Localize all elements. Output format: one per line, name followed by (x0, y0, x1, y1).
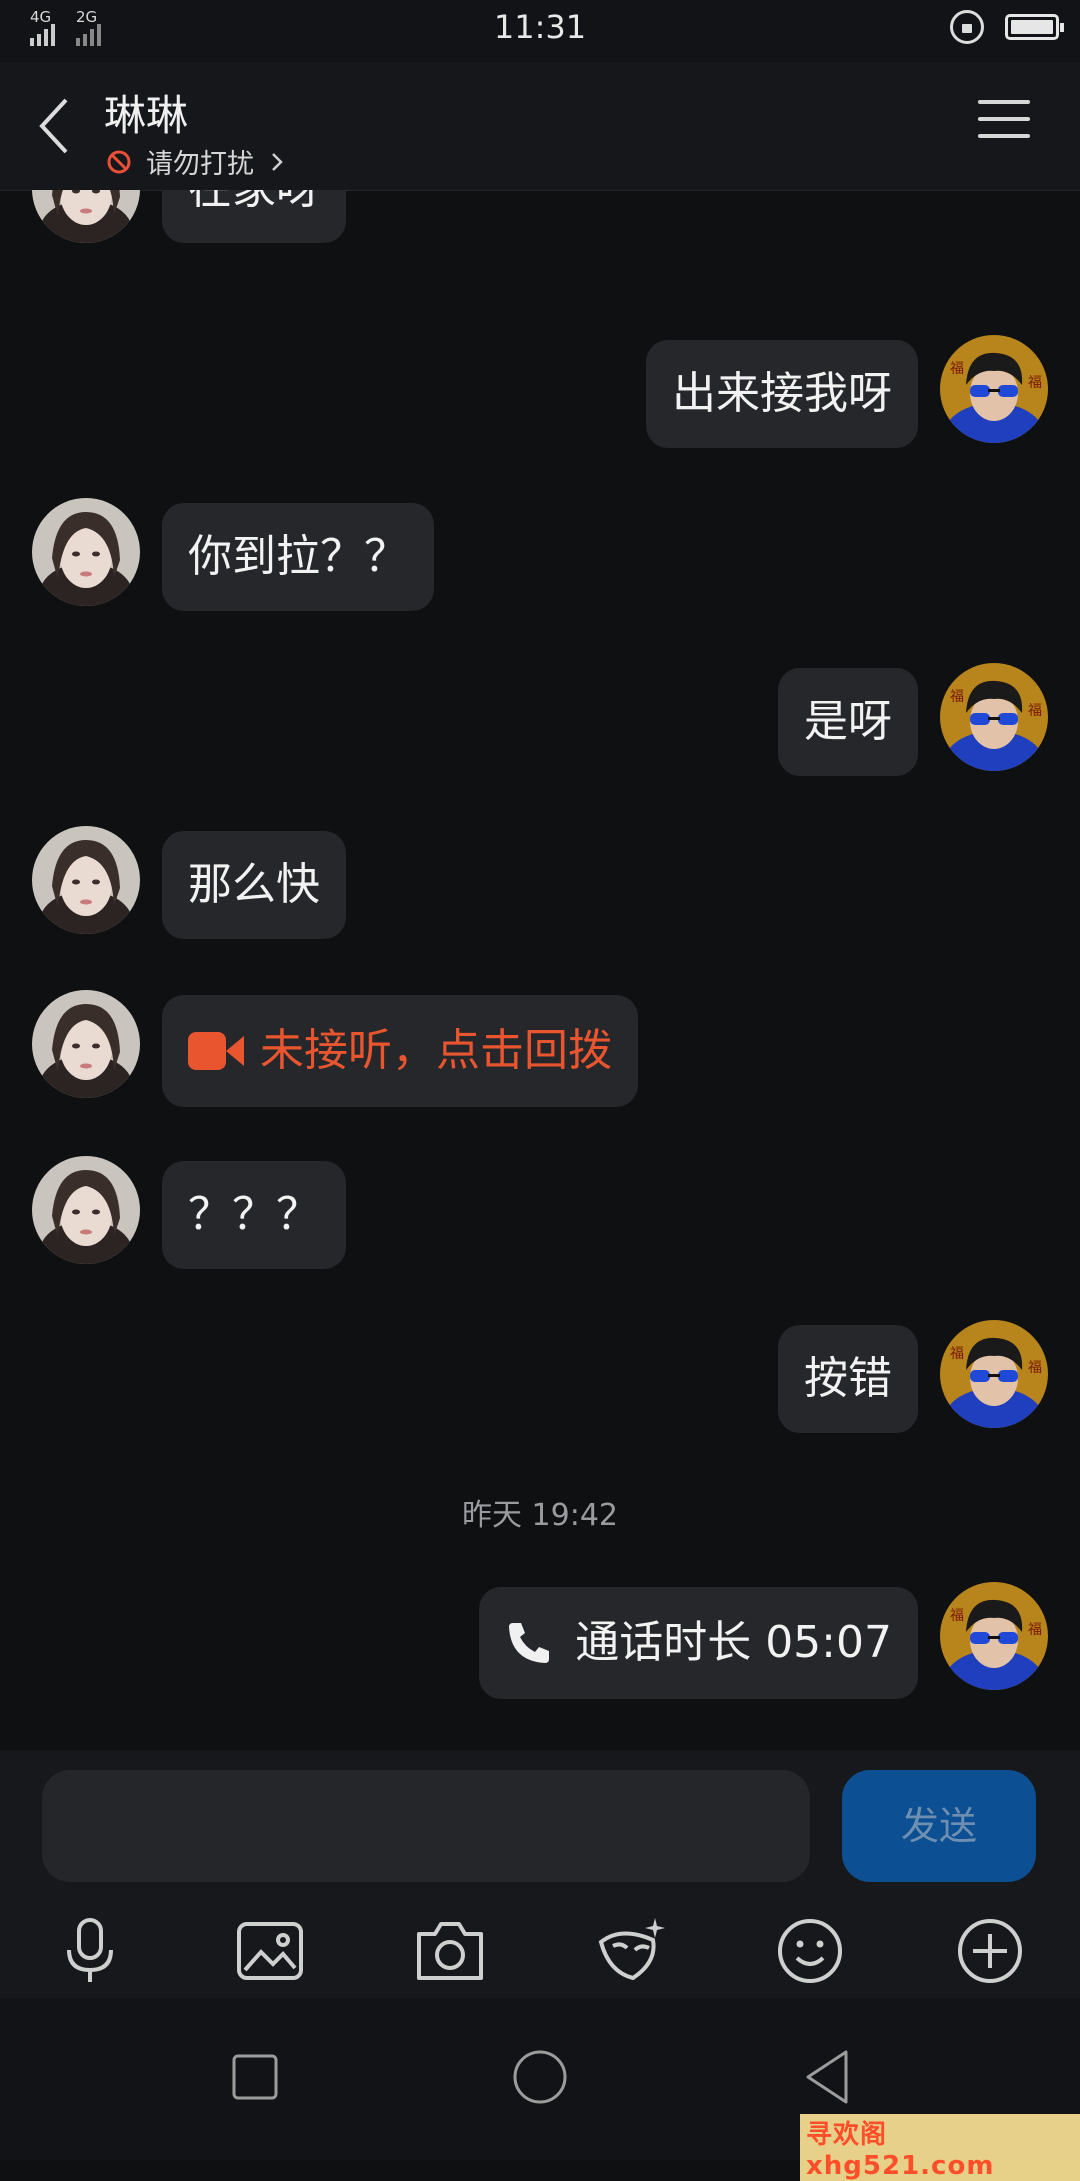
svg-text:福: 福 (1028, 703, 1042, 719)
microphone-icon[interactable] (51, 1912, 129, 1990)
clock: 11:31 (493, 8, 587, 46)
image-icon[interactable] (231, 1912, 309, 1990)
message-input[interactable] (42, 1770, 810, 1882)
camera-icon[interactable] (411, 1912, 489, 1990)
svg-text:福: 福 (950, 361, 964, 377)
svg-text:福: 福 (1028, 1360, 1042, 1376)
my-avatar[interactable]: 福福 (940, 1582, 1048, 1690)
status-bar: 4G 2G 11:31 (0, 0, 1080, 62)
svg-text:福: 福 (950, 1346, 964, 1362)
message-bubble[interactable]: 在家呀 (162, 190, 346, 243)
battery-icon (1005, 14, 1064, 40)
back-nav-button[interactable] (798, 2046, 860, 2108)
recents-button[interactable] (224, 2046, 286, 2108)
chat-header: 琳琳 请勿打扰 (0, 62, 1080, 191)
message-bubble[interactable]: 是呀 (778, 668, 918, 776)
phone-icon (509, 1623, 550, 1663)
contact-avatar[interactable] (32, 990, 140, 1098)
call-record-bubble[interactable]: 通话时长 05:07 (479, 1587, 918, 1699)
message-bubble[interactable]: 按错 (778, 1325, 918, 1433)
system-nav-bar: 寻欢阁xhg521.com (0, 1998, 1080, 2181)
message-bubble[interactable]: 你到拉？？ (162, 503, 434, 611)
contact-avatar[interactable] (32, 190, 140, 243)
chevron-right-icon (272, 152, 283, 171)
video-camera-icon (188, 1032, 244, 1070)
message-bubble[interactable]: 那么快 (162, 831, 346, 939)
call-duration-label: 通话时长 05:07 (575, 1617, 892, 1668)
watermark: 寻欢阁xhg521.com (800, 2114, 1080, 2181)
contact-name: 琳琳 (104, 91, 189, 140)
my-avatar[interactable]: 福福 (940, 335, 1048, 443)
home-button[interactable] (509, 2046, 571, 2108)
do-not-disturb-label: 请勿打扰 (146, 149, 254, 180)
missed-call-label: 未接听，点击回拨 (260, 1025, 612, 1076)
emoji-icon[interactable] (771, 1912, 849, 1990)
svg-text:福: 福 (950, 689, 964, 705)
missed-video-call-bubble[interactable]: 未接听，点击回拨 (162, 995, 638, 1107)
message-list: 在家呀 福福 出来接我呀 你到拉？？ 福福 是呀 那么快 未接听，点击回拨 ？？… (0, 190, 1080, 1750)
do-not-disturb-link[interactable]: 请勿打扰 (106, 142, 288, 181)
contact-avatar[interactable] (32, 826, 140, 934)
do-not-disturb-icon (107, 150, 131, 173)
my-avatar[interactable]: 福福 (940, 663, 1048, 771)
svg-text:福: 福 (950, 1608, 964, 1624)
svg-text:福: 福 (1028, 375, 1042, 391)
message-bubble[interactable]: 出来接我呀 (646, 340, 918, 448)
my-avatar[interactable]: 福福 (940, 1320, 1048, 1428)
contact-avatar[interactable] (32, 1156, 140, 1264)
contact-avatar[interactable] (32, 498, 140, 606)
message-bubble[interactable]: ？？？ (162, 1161, 346, 1269)
menu-button[interactable] (978, 100, 1030, 144)
chevron-left-icon (39, 98, 68, 154)
rotation-lock-icon (950, 10, 984, 44)
sticker-icon[interactable] (591, 1912, 669, 1990)
back-button[interactable] (28, 90, 88, 160)
send-button[interactable]: 发送 (842, 1770, 1036, 1882)
svg-text:福: 福 (1028, 1622, 1042, 1638)
plus-icon[interactable] (951, 1912, 1029, 1990)
timestamp: 昨天 19:42 (462, 1498, 618, 1533)
